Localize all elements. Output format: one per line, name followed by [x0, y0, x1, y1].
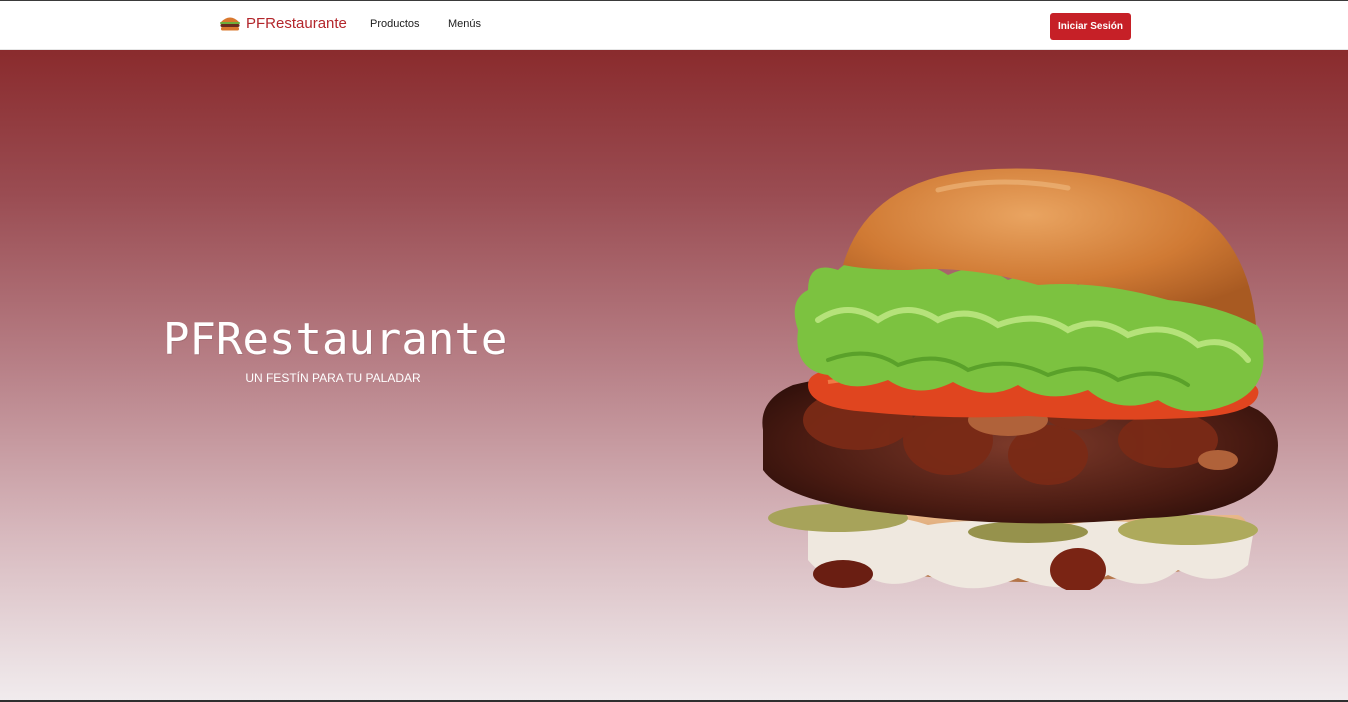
brand-name: PFRestaurante — [246, 14, 347, 32]
hero-section: PFRestaurante UN FESTÍN PARA TU PALADAR — [0, 50, 1348, 702]
nav-link-menus[interactable]: Menús — [448, 18, 481, 30]
burger-image — [762, 168, 1278, 590]
navbar: PFRestaurante Productos Menús Iniciar Se… — [0, 1, 1348, 50]
burger-icon — [220, 17, 240, 31]
brand-link[interactable]: PFRestaurante — [219, 14, 347, 32]
nav-link-productos[interactable]: Productos — [370, 18, 420, 30]
hero-subtitle: UN FESTÍN PARA TU PALADAR — [245, 371, 421, 385]
hero-title: PFRestaurante — [163, 314, 508, 365]
login-button[interactable]: Iniciar Sesión — [1050, 13, 1131, 40]
